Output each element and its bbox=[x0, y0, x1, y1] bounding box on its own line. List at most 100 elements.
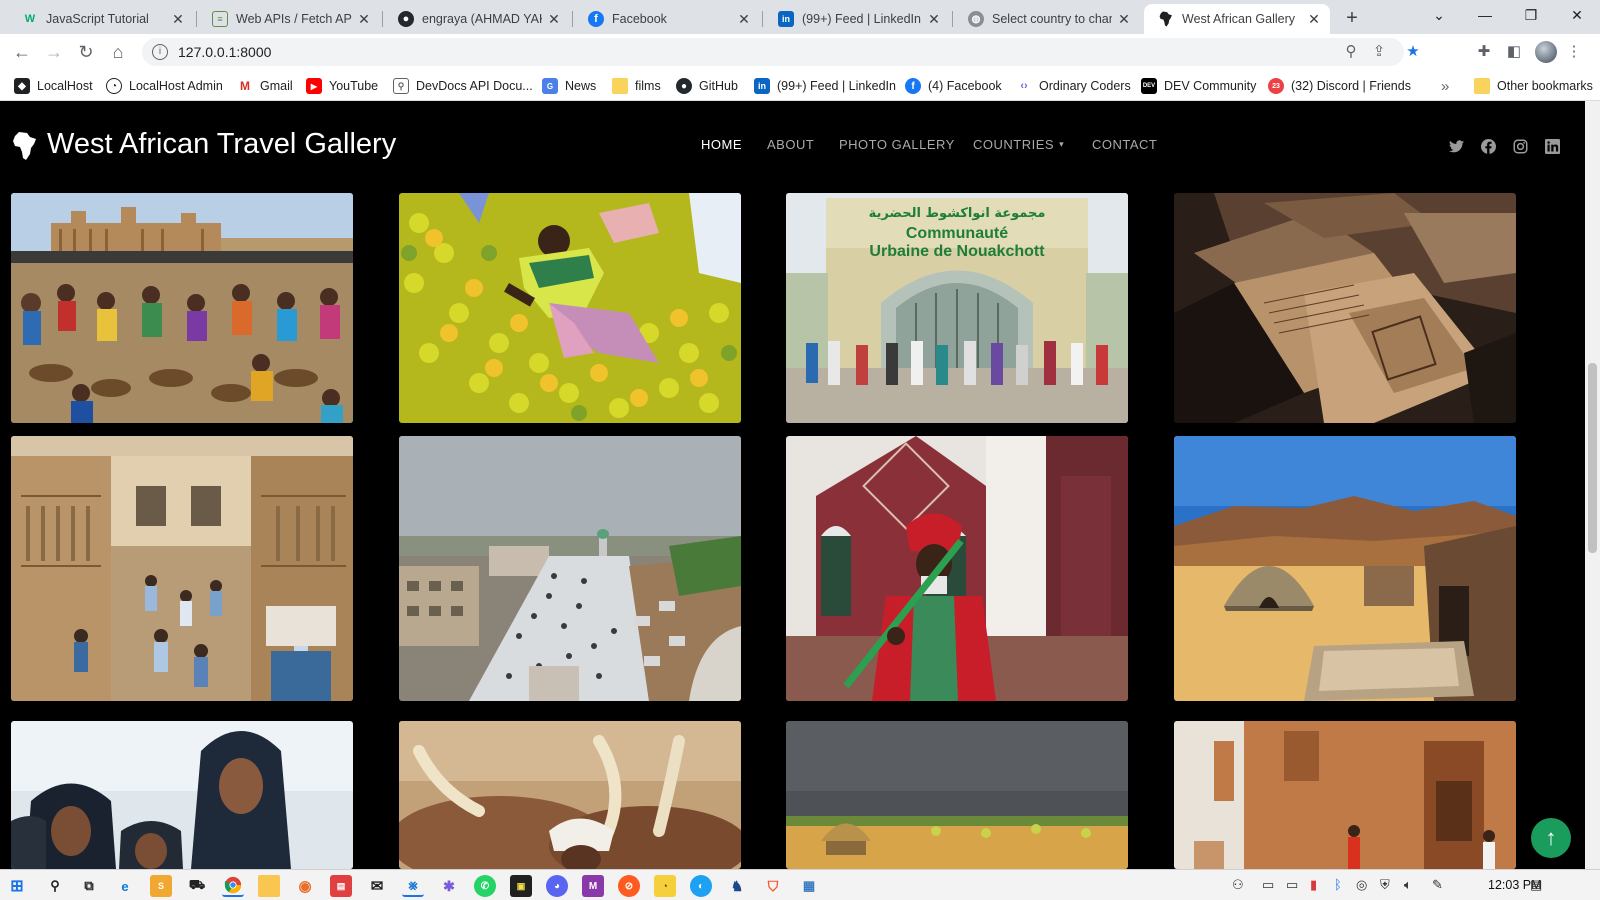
site-info-icon[interactable]: i bbox=[152, 44, 168, 60]
windows-start-icon[interactable]: ⊞ bbox=[6, 875, 28, 897]
tab-github-profile[interactable]: ● engraya (AHMAD YAKU ✕ bbox=[384, 4, 570, 34]
tab-fetch-api[interactable]: ≡ Web APIs / Fetch API: U ✕ bbox=[198, 4, 380, 34]
discord-icon[interactable]: ◕ bbox=[546, 875, 568, 897]
postman-icon[interactable]: ⊘ bbox=[618, 875, 640, 897]
bookmark-other[interactable]: Other bookmarks bbox=[1474, 76, 1593, 96]
bookmark-discord[interactable]: 23 (32) Discord | Friends bbox=[1268, 76, 1411, 96]
tab-linkedin[interactable]: in (99+) Feed | LinkedIn ✕ bbox=[764, 4, 950, 34]
scrollbar-thumb[interactable] bbox=[1588, 363, 1597, 553]
close-icon[interactable]: ✕ bbox=[356, 11, 372, 28]
bookmark-star-icon[interactable]: ★ bbox=[1402, 38, 1424, 66]
close-icon[interactable]: ✕ bbox=[170, 11, 186, 28]
app-window-icon[interactable]: ▦ bbox=[798, 875, 820, 897]
app-elephant-icon[interactable]: ♞ bbox=[726, 875, 748, 897]
menu-kebab-icon[interactable]: ⋮ bbox=[1562, 40, 1586, 64]
gallery-image-mud-village[interactable] bbox=[1174, 721, 1516, 869]
gallery-image-street-crowd[interactable] bbox=[399, 436, 741, 701]
edge-icon[interactable]: e bbox=[114, 875, 136, 897]
forward-button[interactable]: → bbox=[40, 38, 68, 66]
nav-contact[interactable]: CONTACT bbox=[1092, 137, 1157, 152]
reload-button[interactable]: ↻ bbox=[72, 38, 100, 66]
chrome-icon[interactable] bbox=[222, 875, 244, 897]
brave-icon[interactable]: ⛉ bbox=[762, 875, 784, 897]
side-panel-icon[interactable]: ◧ bbox=[1502, 40, 1526, 64]
app-red-icon[interactable]: ▤ bbox=[330, 875, 352, 897]
extensions-icon[interactable]: ✚ bbox=[1472, 40, 1496, 64]
tray-red-icon[interactable]: ▮ bbox=[1310, 877, 1317, 893]
facebook-icon[interactable] bbox=[1479, 137, 1497, 155]
gallery-image-nouakchott-gate[interactable]: مجموعة انواكشوط الحضرية Communauté Urbai… bbox=[786, 193, 1128, 423]
site-title[interactable]: West African Travel Gallery bbox=[47, 128, 396, 161]
notes-tray-icon[interactable]: ▭ bbox=[1262, 877, 1274, 893]
battery-icon[interactable]: ▭ bbox=[1286, 877, 1298, 893]
security-icon[interactable]: ⛨ bbox=[1380, 877, 1390, 893]
gallery-image-djenne-market[interactable] bbox=[11, 193, 353, 423]
network-icon[interactable]: ◎ bbox=[1356, 877, 1367, 893]
profile-avatar[interactable] bbox=[1535, 41, 1557, 63]
task-view-icon[interactable]: ⧉ bbox=[78, 875, 100, 897]
file-explorer-icon[interactable] bbox=[258, 875, 280, 897]
gallery-image-guard-red-turban[interactable] bbox=[786, 436, 1128, 701]
share-icon[interactable]: ⇪ bbox=[1368, 38, 1390, 66]
app-blue-icon[interactable]: ◐ bbox=[690, 875, 712, 897]
bookmark-facebook[interactable]: f (4) Facebook bbox=[905, 76, 1002, 96]
whatsapp-icon[interactable]: ✆ bbox=[474, 875, 496, 897]
close-icon[interactable]: ✕ bbox=[1306, 11, 1322, 28]
bookmark-news[interactable]: G News bbox=[542, 76, 596, 96]
tab-facebook[interactable]: f Facebook ✕ bbox=[574, 4, 760, 34]
bluetooth-icon[interactable]: ᛒ bbox=[1334, 877, 1342, 892]
volume-icon[interactable]: 🔈︎ bbox=[1404, 877, 1412, 893]
bookmarks-overflow-button[interactable]: » bbox=[1441, 76, 1449, 96]
nav-about[interactable]: ABOUT bbox=[767, 137, 814, 152]
home-button[interactable]: ⌂ bbox=[104, 38, 132, 66]
close-icon[interactable]: ✕ bbox=[736, 11, 752, 28]
firefox-icon[interactable]: ◉ bbox=[294, 875, 316, 897]
bookmark-youtube[interactable]: ▶ YouTube bbox=[306, 76, 378, 96]
bookmark-ordinary-coders[interactable]: ‹› Ordinary Coders bbox=[1016, 76, 1130, 96]
scroll-to-top-button[interactable]: ↑ bbox=[1531, 818, 1571, 858]
bookmark-github[interactable]: ● GitHub bbox=[676, 76, 738, 96]
page-scrollbar[interactable] bbox=[1585, 101, 1600, 869]
linkedin-icon[interactable] bbox=[1543, 137, 1561, 155]
gallery-image-courtyard-market[interactable] bbox=[11, 436, 353, 701]
gallery-image-orange-market[interactable] bbox=[399, 193, 741, 423]
new-tab-button[interactable]: + bbox=[1338, 5, 1366, 31]
gallery-image-veiled-people[interactable] bbox=[11, 721, 353, 869]
twitter-icon[interactable] bbox=[1447, 137, 1465, 155]
bookmark-localhost[interactable]: ◆ LocalHost bbox=[14, 76, 93, 96]
nav-countries[interactable]: COUNTRIES ▾ bbox=[973, 137, 1064, 152]
instagram-icon[interactable] bbox=[1511, 137, 1529, 155]
vscode-icon[interactable]: ⨳ bbox=[402, 875, 424, 897]
app-purple-icon[interactable]: M bbox=[582, 875, 604, 897]
bookmark-linkedin[interactable]: in (99+) Feed | LinkedIn bbox=[754, 76, 896, 96]
people-icon[interactable]: ⚇ bbox=[1232, 877, 1244, 893]
tab-select-country[interactable]: ◍ Select country to chang ✕ bbox=[954, 4, 1140, 34]
search-icon[interactable]: ⚲ bbox=[44, 875, 66, 897]
bookmark-gmail[interactable]: M Gmail bbox=[237, 76, 293, 96]
minimize-button[interactable]: — bbox=[1462, 0, 1508, 30]
gallery-image-desert-huts[interactable] bbox=[1174, 436, 1516, 701]
tab-search-chevron-icon[interactable]: ⌄ bbox=[1416, 0, 1462, 30]
pen-icon[interactable]: ✎ bbox=[1432, 877, 1443, 893]
maximize-button[interactable]: ❐ bbox=[1508, 0, 1554, 30]
mail-icon[interactable]: ✉ bbox=[366, 875, 388, 897]
gallery-image-savanna-hut[interactable] bbox=[786, 721, 1128, 869]
close-window-button[interactable]: ✕ bbox=[1554, 0, 1600, 30]
slack-icon[interactable]: ✱ bbox=[438, 875, 460, 897]
notes-icon[interactable]: ▣ bbox=[510, 875, 532, 897]
nav-photo-gallery[interactable]: PHOTO GALLERY bbox=[839, 137, 955, 152]
sublime-icon[interactable]: S bbox=[150, 875, 172, 897]
close-icon[interactable]: ✕ bbox=[546, 11, 562, 28]
bookmark-dev-community[interactable]: DEV DEV Community bbox=[1141, 76, 1256, 96]
bookmark-devdocs[interactable]: ⚲ DevDocs API Docu... bbox=[393, 76, 533, 96]
gallery-image-ancient-manuscripts[interactable] bbox=[1174, 193, 1516, 423]
notifications-icon[interactable]: ▤ bbox=[1530, 877, 1542, 893]
bookmark-films[interactable]: films bbox=[612, 76, 661, 96]
store-icon[interactable]: ⛟ bbox=[186, 875, 208, 897]
back-button[interactable]: ← bbox=[8, 38, 36, 66]
address-bar[interactable]: i 127.0.0.1:8000 ⚲ ⇪ ★ bbox=[142, 38, 1420, 66]
gallery-image-cattle-herder[interactable] bbox=[399, 721, 741, 869]
tab-west-african-gallery[interactable]: West African Gallery ✕ bbox=[1144, 4, 1330, 34]
close-icon[interactable]: ✕ bbox=[926, 11, 942, 28]
tab-javascript-tutorial[interactable]: W JavaScript Tutorial ✕ bbox=[8, 4, 194, 34]
